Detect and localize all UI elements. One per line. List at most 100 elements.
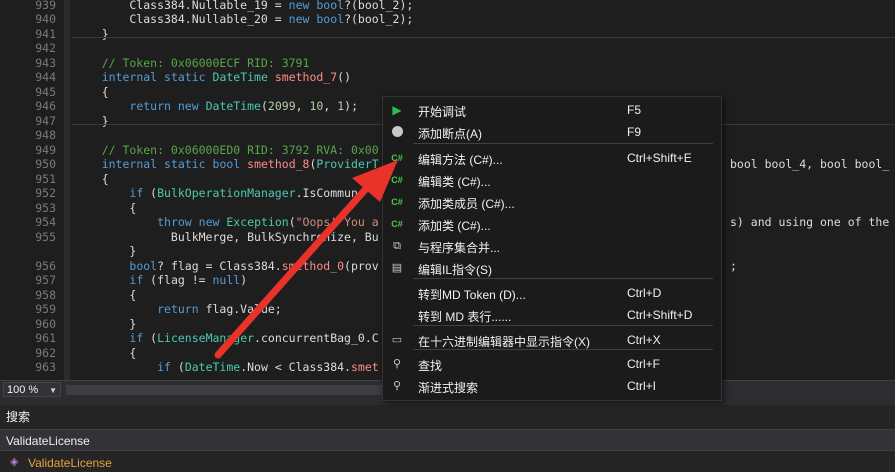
menu-item[interactable]: 添加断点(A) F9 [383, 121, 721, 143]
code-line: 939 Class384.Nullable_19 = new bool?(boo… [0, 0, 895, 13]
menu-item[interactable]: C# 添加类成员 (C#)... [383, 191, 721, 213]
search-input[interactable]: ValidateLicense [0, 429, 895, 451]
menu-item-shortcut: Ctrl+Shift+E [627, 151, 692, 165]
line-number: 940 [35, 12, 56, 26]
csharp-icon: C# [391, 197, 403, 207]
line-number: 962 [35, 346, 56, 360]
csharp-icon: C# [391, 175, 403, 185]
search-icon: ⚲ [392, 380, 402, 392]
line-number: 955 [35, 230, 56, 244]
code-text: return flag.Value; [157, 302, 282, 316]
menu-item-label: 转到 MD 表行...... [418, 310, 512, 324]
menu-item-shortcut: Ctrl+D [627, 286, 662, 300]
line-number: 950 [35, 157, 56, 171]
blank-icon [389, 307, 405, 323]
menu-item-shortcut: Ctrl+F [627, 357, 660, 371]
code-text: bool? flag = Class384.smethod_0(prov [129, 259, 379, 273]
menu-item[interactable]: ▶ 开始调试 F5 [383, 99, 721, 121]
menu-item[interactable]: ▤ 编辑IL指令(S) [383, 257, 721, 279]
menu-separator [413, 349, 713, 350]
play-icon: ▶ [392, 103, 402, 117]
menu-item-label: 编辑方法 (C#)... [418, 153, 503, 167]
line-number: 948 [35, 128, 56, 142]
il-icon: ▤ [391, 262, 403, 274]
menu-item-label: 渐进式搜索 [418, 381, 479, 395]
line-number: 956 [35, 259, 56, 273]
menu-item-label: 在十六进制编辑器中显示指令(X) [418, 335, 590, 349]
code-text: } [74, 317, 137, 331]
code-text: internal static DateTime smethod_7() [101, 70, 352, 84]
code-text-fragment: s) and using one of the fe [730, 215, 895, 229]
code-text: if (DateTime.Now < Class384.smet [157, 360, 379, 374]
menu-item-label: 查找 [418, 359, 443, 373]
chevron-down-icon: ▼ [49, 386, 57, 395]
line-number: 960 [35, 317, 56, 331]
menu-item[interactable]: ⚲ 渐进式搜索 Ctrl+I [383, 375, 721, 397]
line-number: 949 [35, 143, 56, 157]
line-number: 947 [35, 114, 56, 128]
code-text: BulkMerge, BulkSynchronize, Bu [74, 230, 379, 244]
breakpoint-icon [389, 124, 405, 140]
line-number: 944 [35, 70, 56, 84]
menu-separator [413, 143, 713, 144]
hex-icon: ▭ [391, 334, 403, 346]
zoom-level-dropdown[interactable]: 100 % ▼ [3, 382, 61, 397]
menu-item[interactable]: ⧉ 与程序集合并... [383, 235, 721, 257]
line-number: 941 [35, 27, 56, 41]
menu-item-shortcut: Ctrl+I [627, 379, 657, 393]
menu-item[interactable]: ⚲ 查找 Ctrl+F [383, 353, 721, 375]
line-number: 946 [35, 99, 56, 113]
menu-item[interactable]: 转到 MD 表行...... Ctrl+Shift+D [383, 304, 721, 326]
menu-item-label: 添加类成员 (C#)... [418, 197, 515, 211]
line-number: 959 [35, 302, 56, 316]
menu-item[interactable]: 转到MD Token (D)... Ctrl+D [383, 282, 721, 304]
search-panel: 搜索 ValidateLicense ◈ ValidateLicense [0, 405, 895, 472]
blank-icon [389, 285, 405, 301]
code-text: // Token: 0x06000ECF RID: 3791 [74, 56, 310, 70]
method-icon: ◈ [10, 456, 19, 468]
menu-item[interactable]: C# 添加类 (C#)... [383, 213, 721, 235]
search-panel-title: 搜索 [6, 410, 31, 424]
line-number: 945 [35, 85, 56, 99]
menu-item-label: 编辑IL指令(S) [418, 263, 493, 277]
code-text: } [74, 114, 109, 128]
code-text: internal static bool smethod_8(ProviderT [101, 157, 379, 171]
menu-separator [413, 278, 713, 279]
line-number: 939 [35, 0, 56, 12]
code-text: if (flag != null) [129, 273, 248, 287]
code-text: { [74, 85, 109, 99]
code-text-fragment: bool bool_4, bool bool_ [730, 157, 890, 171]
code-text: if (BulkOperationManager.IsCommun [129, 186, 358, 200]
menu-item-shortcut: F5 [627, 103, 642, 117]
line-number: 963 [35, 360, 56, 374]
code-text-fragment: ; [730, 259, 737, 273]
line-number: 942 [35, 41, 56, 55]
search-icon: ⚲ [392, 358, 402, 370]
code-text: return new DateTime(2099, 10, 1); [129, 99, 358, 113]
context-menu: ▶ 开始调试 F5 添加断点(A) F9 C# 编辑方法 (C#)... Ctrl+Shift… [382, 96, 722, 401]
code-text: Class384.Nullable_20 = new bool?(bool_2)… [74, 12, 414, 26]
code-text: } [74, 244, 137, 258]
code-text: { [74, 346, 137, 360]
menu-separator [413, 325, 713, 326]
method-separator [72, 37, 895, 38]
code-line: 940 Class384.Nullable_20 = new bool?(boo… [0, 12, 895, 27]
menu-item-shortcut: F9 [627, 125, 642, 139]
menu-item-label: 编辑类 (C#)... [418, 175, 491, 189]
code-line: 942 [0, 41, 895, 56]
zoom-level-value: 100 % [7, 384, 39, 396]
menu-item[interactable]: ▭ 在十六进制编辑器中显示指令(X) Ctrl+X [383, 329, 721, 351]
merge-icon: ⧉ [393, 240, 401, 252]
line-number: 943 [35, 56, 56, 70]
menu-item[interactable]: C# 编辑方法 (C#)... Ctrl+Shift+E [383, 147, 721, 169]
menu-item[interactable]: C# 编辑类 (C#)... [383, 169, 721, 191]
horizontal-scrollbar[interactable] [66, 385, 386, 395]
code-text: Class384.Nullable_19 = new bool?(bool_2)… [74, 0, 414, 12]
code-text: if (LicenseManager.concurrentBag_0.C [129, 331, 379, 345]
menu-item-label: 与程序集合并... [418, 241, 501, 255]
line-number: 961 [35, 331, 56, 345]
code-line: 941 } [0, 27, 895, 42]
code-text: } [74, 27, 109, 41]
menu-item-label: 添加断点(A) [418, 127, 482, 141]
search-result-row[interactable]: ◈ ValidateLicense [0, 455, 895, 472]
